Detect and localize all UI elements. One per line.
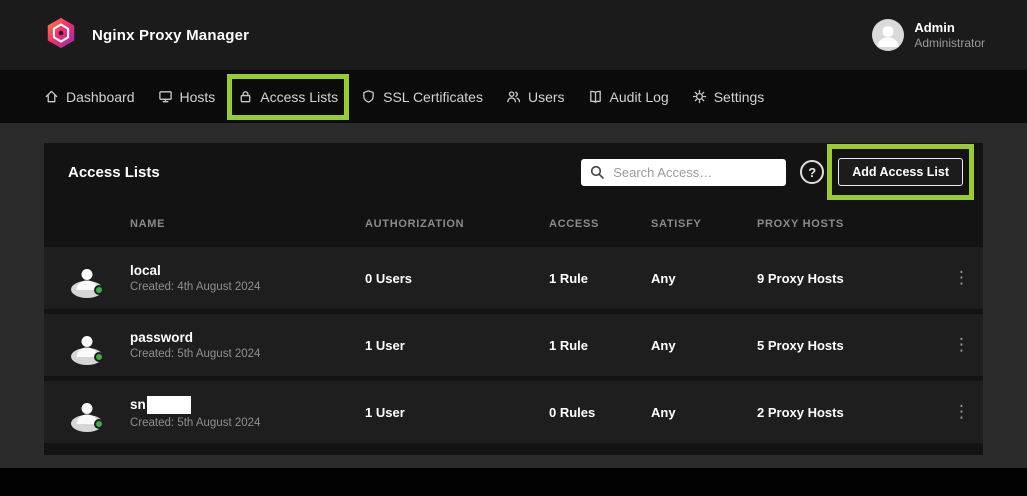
access-lists-card: Access Lists ? Add Access List NAME xyxy=(44,143,983,455)
online-status-dot xyxy=(94,285,104,295)
proxy-hosts-value: 2 Proxy Hosts xyxy=(757,405,940,420)
user-avatar xyxy=(872,19,904,51)
app-title: Nginx Proxy Manager xyxy=(92,27,249,44)
nav-label: SSL Certificates xyxy=(383,89,483,105)
satisfy-value: Any xyxy=(651,338,757,353)
search-input[interactable] xyxy=(581,159,786,186)
satisfy-value: Any xyxy=(651,405,757,420)
user-role: Administrator xyxy=(914,36,985,51)
table-row: sn Created: 5th August 2024 1 User 0 Rul… xyxy=(44,381,983,443)
search-box xyxy=(581,159,786,186)
authorization-value: 1 User xyxy=(365,338,549,353)
page-title: Access Lists xyxy=(68,164,160,181)
shield-icon xyxy=(361,89,376,104)
nav-label: Access Lists xyxy=(260,89,338,105)
proxy-hosts-value: 9 Proxy Hosts xyxy=(757,271,940,286)
top-bar: Nginx Proxy Manager Admin Administrator xyxy=(0,0,1027,70)
table-row: password Created: 5th August 2024 1 User… xyxy=(44,314,983,376)
access-list-name: password xyxy=(130,330,193,345)
column-header-proxy-hosts: PROXY HOSTS xyxy=(757,218,940,230)
nav-label: Settings xyxy=(714,89,765,105)
column-header-name: NAME xyxy=(130,218,365,230)
created-date: Created: 5th August 2024 xyxy=(130,417,365,429)
nav-item-hosts[interactable]: Hosts xyxy=(158,89,216,105)
card-header: Access Lists ? Add Access List xyxy=(44,143,983,201)
proxy-hosts-value: 5 Proxy Hosts xyxy=(757,338,940,353)
search-icon xyxy=(589,164,605,185)
column-header-satisfy: SATISFY xyxy=(651,218,757,230)
nav-item-audit-log[interactable]: Audit Log xyxy=(588,89,669,105)
add-access-list-button[interactable]: Add Access List xyxy=(838,158,963,186)
created-date: Created: 5th August 2024 xyxy=(130,348,365,360)
satisfy-value: Any xyxy=(651,271,757,286)
row-avatar xyxy=(71,396,103,428)
access-value: 0 Rules xyxy=(549,405,651,420)
nginx-proxy-manager-page: Nginx Proxy Manager Admin Administrator xyxy=(0,0,1027,496)
nav-label: Dashboard xyxy=(66,89,135,105)
nav-item-access-lists[interactable]: Access Lists xyxy=(238,89,338,105)
authorization-value: 0 Users xyxy=(365,271,549,286)
nav-label: Audit Log xyxy=(610,89,669,105)
access-list-name: local xyxy=(130,263,161,278)
row-avatar xyxy=(71,329,103,361)
gear-icon xyxy=(692,89,707,104)
brand-link[interactable]: Nginx Proxy Manager xyxy=(44,16,249,55)
footer-strip xyxy=(0,468,1027,496)
table-header-row: NAME AUTHORIZATION ACCESS SATISFY PROXY … xyxy=(44,201,983,247)
nav-label: Hosts xyxy=(180,89,216,105)
redaction-box xyxy=(147,396,191,414)
created-date: Created: 4th August 2024 xyxy=(130,281,365,293)
authorization-value: 1 User xyxy=(365,405,549,420)
user-name: Admin xyxy=(914,20,985,36)
monitor-icon xyxy=(158,89,173,104)
online-status-dot xyxy=(94,419,104,429)
access-list-name: sn xyxy=(130,397,146,412)
home-icon xyxy=(44,89,59,104)
main-nav: Dashboard Hosts Access Lists xyxy=(0,70,1027,123)
user-menu[interactable]: Admin Administrator xyxy=(872,19,985,51)
online-status-dot xyxy=(94,352,104,362)
access-value: 1 Rule xyxy=(549,338,651,353)
access-value: 1 Rule xyxy=(549,271,651,286)
row-menu-kebab-icon[interactable]: ⋮ xyxy=(945,264,978,292)
column-header-authorization: AUTHORIZATION xyxy=(365,218,549,230)
nav-item-users[interactable]: Users xyxy=(506,89,565,105)
book-icon xyxy=(588,89,603,104)
column-header-access: ACCESS xyxy=(549,218,651,230)
row-avatar xyxy=(71,262,103,294)
row-menu-kebab-icon[interactable]: ⋮ xyxy=(945,331,978,359)
nav-item-dashboard[interactable]: Dashboard xyxy=(44,89,135,105)
nav-label: Users xyxy=(528,89,565,105)
users-icon xyxy=(506,89,521,104)
lock-icon xyxy=(238,89,253,104)
table-row: local Created: 4th August 2024 0 Users 1… xyxy=(44,247,983,309)
app-logo-icon xyxy=(44,16,78,55)
nav-item-settings[interactable]: Settings xyxy=(692,89,765,105)
nav-item-ssl-certificates[interactable]: SSL Certificates xyxy=(361,89,483,105)
row-menu-kebab-icon[interactable]: ⋮ xyxy=(945,398,978,426)
help-button[interactable]: ? xyxy=(800,160,824,184)
